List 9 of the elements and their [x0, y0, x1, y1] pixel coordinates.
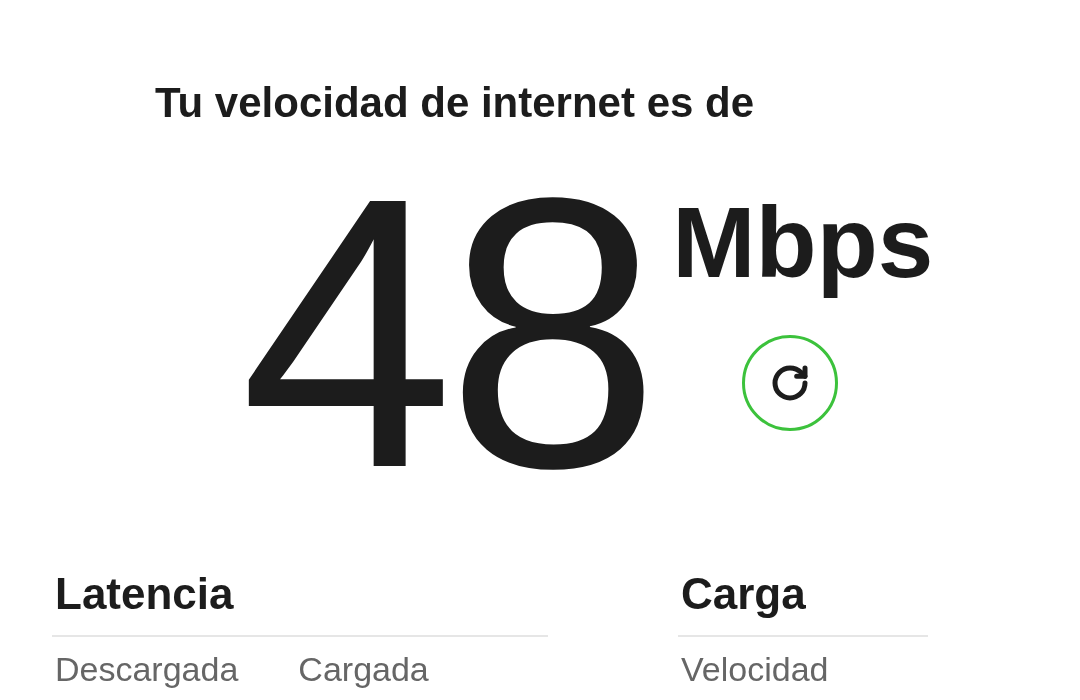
- section-title: Latencia: [55, 572, 234, 616]
- speed-value: 48: [240, 140, 653, 525]
- refresh-icon: [770, 363, 811, 403]
- section-title: Carga: [681, 572, 806, 616]
- metric-label: Descargada: [55, 652, 239, 686]
- speed-unit: Mbps: [672, 185, 934, 300]
- metric-label: Velocidad: [681, 652, 829, 686]
- metric-label: Cargada: [298, 652, 429, 686]
- heading: Tu velocidad de internet es de: [155, 82, 755, 124]
